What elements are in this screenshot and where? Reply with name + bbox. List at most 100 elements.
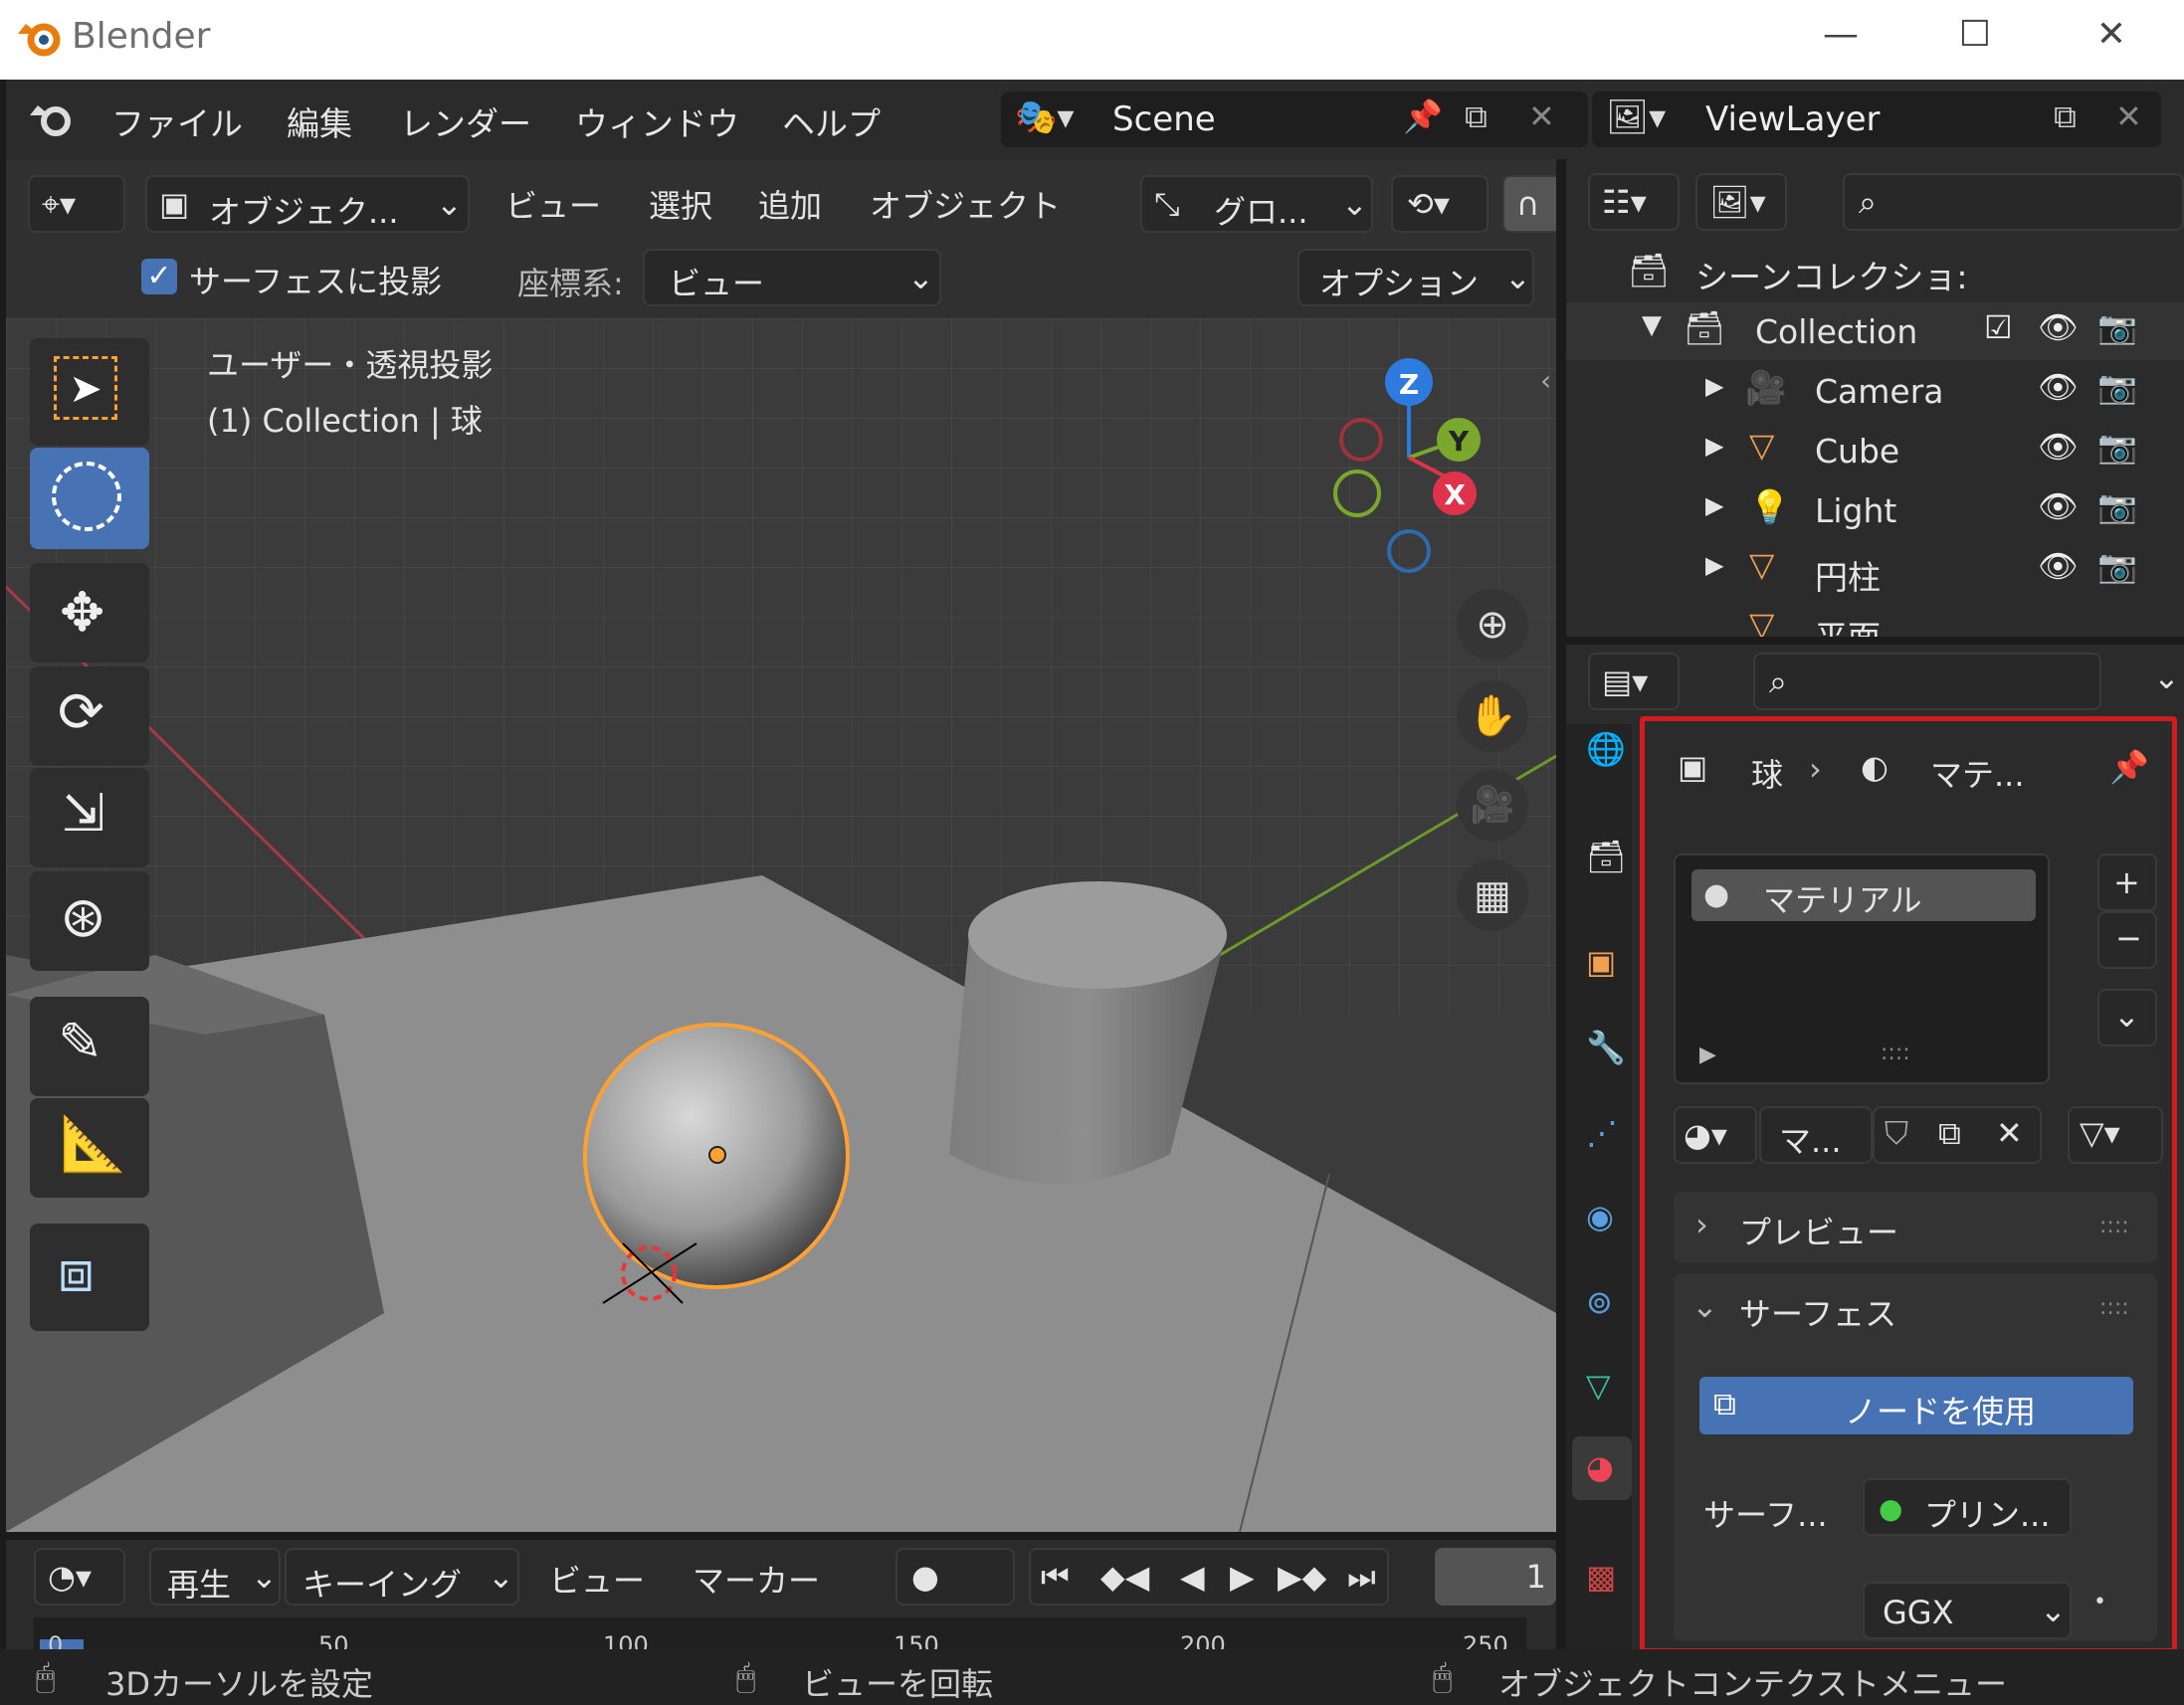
viewport-menu-add[interactable]: 追加: [758, 181, 822, 227]
timeline-scrubber[interactable]: 0 50 100 150 200 250: [34, 1617, 1526, 1659]
physics-tab-icon[interactable]: ◉: [1586, 1198, 1614, 1235]
visibility-eye-icon[interactable]: 👁: [2038, 368, 2079, 406]
sidebar-toggle-icon[interactable]: ‹: [1540, 364, 1551, 397]
preview-panel-header[interactable]: › プレビュー ::::: [1674, 1192, 2157, 1263]
pin-icon[interactable]: 📌: [1403, 97, 1443, 135]
particles-tab-icon[interactable]: ⋰: [1586, 1114, 1618, 1152]
drag-grip-icon[interactable]: ::::: [2099, 1214, 2129, 1238]
3d-viewport[interactable]: ⌖▾ ▣ オブジェク... ⌄ ビュー 選択 追加 オブジェクト ⤡ グロ...…: [6, 159, 1556, 1532]
move-tool[interactable]: ✥: [30, 563, 149, 663]
current-frame-field[interactable]: 1: [1435, 1548, 1556, 1606]
ortho-toggle-icon[interactable]: ▦: [1457, 859, 1528, 931]
visibility-eye-icon[interactable]: 👁: [2038, 308, 2079, 346]
keyframe-dot-icon[interactable]: •: [2093, 1590, 2106, 1614]
play-reverse-icon[interactable]: ◀: [1180, 1558, 1205, 1596]
delete-viewlayer-icon[interactable]: ✕: [2115, 97, 2142, 135]
pin-icon[interactable]: 📌: [2109, 748, 2149, 786]
expand-arrow-icon[interactable]: ▶: [1705, 432, 1723, 460]
scale-tool[interactable]: ⇲: [30, 768, 149, 867]
fake-user-shield-icon[interactable]: ⛉: [1885, 1114, 1908, 1153]
cursor-tool[interactable]: [30, 448, 149, 549]
material-slot-list[interactable]: ● マテリアル ▶ ::::: [1674, 853, 2050, 1084]
maximize-button[interactable]: ☐: [1945, 14, 2005, 55]
use-nodes-button[interactable]: ⧉ ノードを使用: [1699, 1377, 2133, 1434]
collection-tab-icon[interactable]: 🗃: [1586, 838, 1627, 875]
expand-arrow-icon[interactable]: ▼: [1642, 310, 1662, 340]
zoom-icon[interactable]: ⊕: [1457, 589, 1528, 661]
menu-help[interactable]: ヘルプ: [782, 97, 881, 145]
minimize-button[interactable]: —: [1811, 14, 1871, 55]
timeline-menu-view[interactable]: ビュー: [549, 1556, 645, 1602]
outliner-row-cube[interactable]: ▶ ▽ Cube 👁 📷: [1566, 422, 2184, 479]
object-tab-icon[interactable]: ▣: [1586, 943, 1616, 981]
new-viewlayer-icon[interactable]: ⧉: [2054, 97, 2077, 136]
render-camera-icon[interactable]: 📷: [2097, 547, 2137, 585]
resize-grip-icon[interactable]: ::::: [1881, 1041, 1910, 1065]
constraints-tab-icon[interactable]: ⊚: [1586, 1283, 1613, 1321]
surface-panel-title[interactable]: サーフェス: [1739, 1289, 1896, 1335]
material-slot-row[interactable]: ● マテリアル: [1691, 869, 2036, 921]
viewport-menu-view[interactable]: ビュー: [505, 181, 601, 227]
outliner-row-light[interactable]: ▶ 💡 Light 👁 📷: [1566, 481, 2184, 539]
texture-tab-icon[interactable]: ▩: [1586, 1558, 1616, 1596]
modifier-wrench-icon[interactable]: 🔧: [1586, 1029, 1626, 1066]
add-slot-button[interactable]: +: [2097, 853, 2157, 911]
viewport-menu-object[interactable]: オブジェクト: [870, 181, 1061, 227]
render-camera-icon[interactable]: 📷: [2097, 308, 2137, 346]
outliner-row-cylinder[interactable]: ▶ ▽ 円柱 👁 📷: [1566, 541, 2184, 599]
surface-shader-field[interactable]: ● プリン...: [1863, 1478, 2072, 1536]
new-scene-icon[interactable]: ⧉: [1465, 97, 1488, 136]
display-mode-button[interactable]: 🖼▾: [1695, 173, 1787, 231]
slot-menu-button[interactable]: ⌄: [2097, 989, 2157, 1046]
menu-file[interactable]: ファイル: [111, 97, 243, 145]
playback-dropdown[interactable]: 再生 ⌄: [149, 1548, 281, 1606]
mode-dropdown[interactable]: ▣ オブジェク... ⌄: [145, 175, 470, 233]
link-mode-button[interactable]: ▽▾: [2068, 1106, 2163, 1164]
add-cube-tool[interactable]: ⧈: [30, 1224, 149, 1331]
expand-arrow-icon[interactable]: ▶: [1705, 491, 1723, 519]
expand-arrow-icon[interactable]: ▶: [1705, 551, 1723, 579]
viewport-menu-select[interactable]: 選択: [649, 181, 712, 227]
scene-selector[interactable]: 🎭▾ Scene 📌 ⧉ ✕: [1001, 92, 1588, 147]
scene-collection-label[interactable]: シーンコレクショ:: [1695, 251, 1967, 298]
remove-slot-button[interactable]: −: [2097, 911, 2157, 969]
distribution-dropdown[interactable]: GGX ⌄: [1863, 1582, 2072, 1639]
options-dropdown[interactable]: オプション ⌄: [1297, 249, 1534, 306]
material-name-field[interactable]: マ...: [1759, 1106, 1873, 1164]
chevron-down-icon[interactable]: ⌄: [2153, 659, 2180, 696]
menu-window[interactable]: ウィンドウ: [575, 97, 739, 145]
close-button[interactable]: ✕: [2082, 14, 2141, 55]
scene-world-tab-icon[interactable]: 🌐: [1586, 730, 1626, 768]
transform-tool[interactable]: ⊛: [30, 871, 149, 971]
camera-view-icon[interactable]: 🎥: [1457, 770, 1528, 842]
outliner-row-collection[interactable]: ▼ 🗃 Collection ☑ 👁 📷: [1566, 302, 2184, 360]
properties-editor-type[interactable]: ▤▾: [1588, 653, 1680, 710]
unlink-material-icon[interactable]: ✕: [1996, 1114, 2023, 1152]
record-button[interactable]: ●: [895, 1548, 1015, 1606]
pan-hand-icon[interactable]: ✋: [1457, 680, 1528, 752]
include-checkbox[interactable]: ☑: [1984, 308, 2013, 346]
transform-orientation-dropdown[interactable]: ⤡ グロ... ⌄: [1140, 175, 1373, 233]
drag-grip-icon[interactable]: ::::: [2099, 1295, 2129, 1320]
material-tab[interactable]: ◕: [1572, 1436, 1632, 1500]
navigation-gizmo[interactable]: Z Y X: [1299, 348, 1518, 577]
timeline-editor-type[interactable]: ◔▾: [34, 1548, 125, 1606]
blender-menu-icon[interactable]: [28, 97, 74, 141]
menu-render[interactable]: レンダー: [400, 97, 531, 145]
measure-tool[interactable]: 📐: [30, 1098, 149, 1198]
keying-dropdown[interactable]: キーイング ⌄: [285, 1548, 519, 1606]
play-icon[interactable]: ▶: [1230, 1558, 1255, 1596]
outliner-row-camera[interactable]: ▶ 🎥 Camera 👁 📷: [1566, 362, 2184, 420]
rotate-tool[interactable]: ⟳: [30, 666, 149, 766]
chevron-down-icon[interactable]: ⌄: [1691, 1287, 1718, 1325]
render-camera-icon[interactable]: 📷: [2097, 368, 2137, 406]
outliner-editor-type[interactable]: ☷▾: [1588, 173, 1680, 231]
viewlayer-selector[interactable]: 🖼▾ ViewLayer ⧉ ✕: [1592, 92, 2161, 147]
visibility-eye-icon[interactable]: 👁: [2038, 487, 2079, 525]
delete-scene-icon[interactable]: ✕: [1528, 97, 1555, 135]
pivot-point-button[interactable]: ⟲▾: [1391, 175, 1489, 233]
expand-arrow-icon[interactable]: ▶: [1705, 372, 1723, 400]
outliner-row-plane[interactable]: ▽ 平面: [1566, 601, 2184, 637]
browse-material-button[interactable]: ◕▾: [1674, 1106, 1757, 1164]
menu-edit[interactable]: 編集: [287, 97, 352, 145]
